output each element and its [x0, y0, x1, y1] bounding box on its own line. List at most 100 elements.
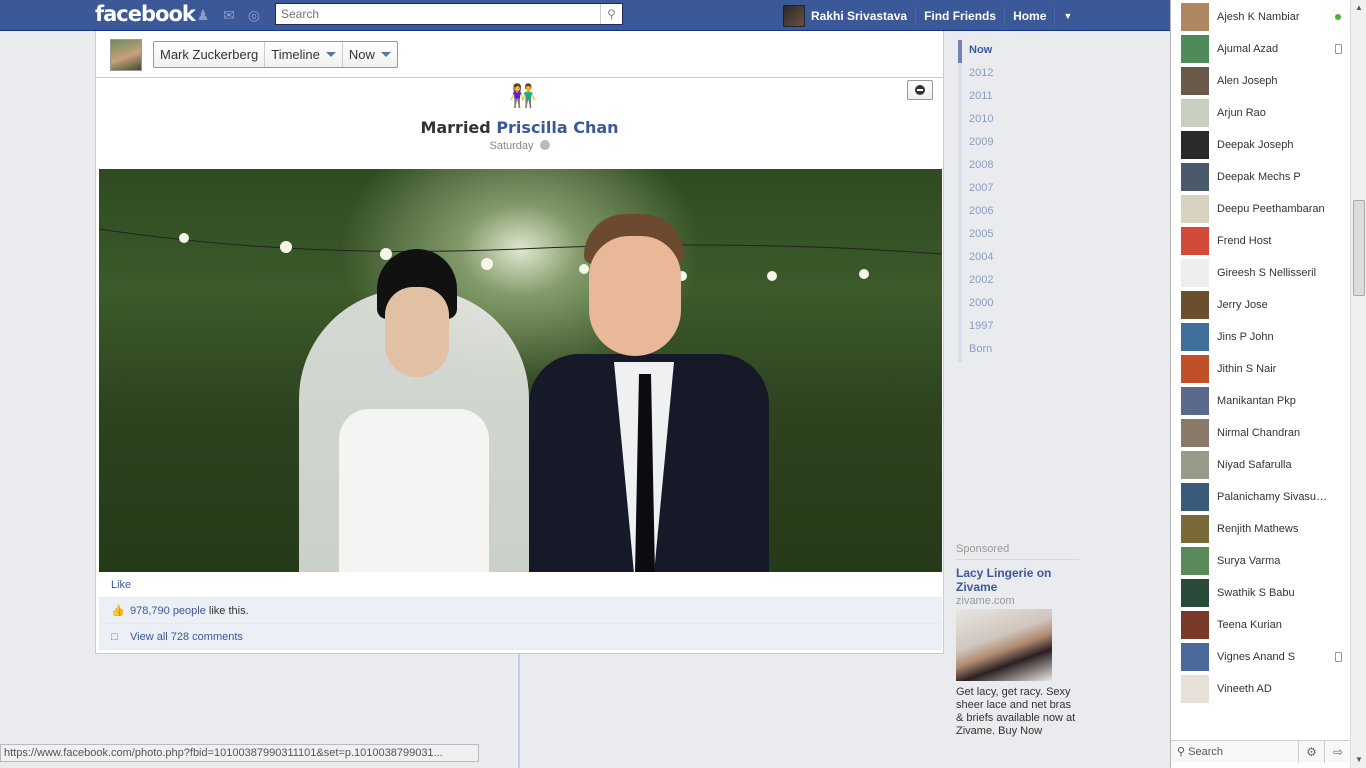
bride-figure	[299, 249, 529, 572]
chat-friend-item[interactable]: Niyad Safarulla	[1181, 451, 1346, 479]
friend-name: Deepak Joseph	[1217, 139, 1294, 151]
avatar	[783, 4, 805, 27]
home-link[interactable]: Home	[1005, 6, 1056, 25]
chat-friend-item[interactable]: Deepu Peethambaran	[1181, 195, 1346, 223]
chat-footer: ⚲ Search ⚙ ⇨	[1171, 740, 1351, 763]
messages-icon[interactable]: ✉	[221, 7, 237, 23]
chat-friend-item[interactable]: Ajumal Azad	[1181, 35, 1346, 63]
chevron-down-icon	[325, 52, 336, 57]
friend-name: Swathik S Babu	[1217, 587, 1295, 599]
scrollbar-thumb[interactable]	[1353, 200, 1365, 296]
avatar	[1181, 99, 1209, 127]
timeline-dropdown[interactable]: Timeline	[265, 42, 343, 67]
scrubber-year[interactable]: 2008	[958, 155, 1078, 178]
scrubber-year[interactable]: 2011	[958, 86, 1078, 109]
avatar	[1181, 291, 1209, 319]
avatar	[1181, 547, 1209, 575]
sponsored-ad: Sponsored Lacy Lingerie on Zivame zivame…	[956, 543, 1079, 738]
avatar	[1181, 515, 1209, 543]
friend-name: Vignes Anand S	[1217, 651, 1296, 663]
chat-friend-item[interactable]: Deepak Mechs P	[1181, 163, 1346, 191]
likes-count-link[interactable]: 978,790 people	[130, 605, 206, 617]
chat-friend-item[interactable]: Arjun Rao	[1181, 99, 1346, 127]
search-icon[interactable]: ⚲	[600, 4, 622, 24]
friend-name: Teena Kurian	[1217, 619, 1282, 631]
chat-friend-item[interactable]: Renjith Mathews	[1181, 515, 1346, 543]
chat-friend-item[interactable]: Alen Joseph	[1181, 67, 1346, 95]
scrubber-year[interactable]: Born	[958, 339, 1078, 362]
friend-name: Ajesh K Nambiar	[1217, 11, 1300, 23]
chat-popout-icon[interactable]: ⇨	[1325, 741, 1351, 763]
page-scrollbar[interactable]: ▲ ▼	[1350, 0, 1366, 768]
story-title: Married Priscilla Chan	[96, 118, 943, 137]
like-button[interactable]: Like	[111, 579, 131, 591]
sponsored-heading: Sponsored	[956, 543, 1079, 560]
avatar	[1181, 355, 1209, 383]
chat-friend-item[interactable]: Ajesh K Nambiar	[1181, 3, 1346, 31]
notifications-globe-icon[interactable]: ◎	[246, 7, 262, 23]
scrubber-year[interactable]: 2000	[958, 293, 1078, 316]
chat-friend-item[interactable]: Jins P John	[1181, 323, 1346, 351]
wedding-photo[interactable]	[99, 169, 942, 572]
scroll-down-icon[interactable]: ▼	[1351, 752, 1366, 768]
ad-body[interactable]: Get lacy, get racy. Sexy sheer lace and …	[956, 686, 1079, 738]
friend-name: Manikantan Pkp	[1217, 395, 1296, 407]
account-menu-arrow-icon[interactable]: ▼	[1055, 11, 1080, 21]
friend-name: Niyad Safarulla	[1217, 459, 1292, 471]
profile-name-link[interactable]: Mark Zuckerberg	[154, 42, 266, 67]
chat-friend-item[interactable]: Surya Varma	[1181, 547, 1346, 575]
scrubber-year[interactable]: 2009	[958, 132, 1078, 155]
search-input[interactable]	[276, 4, 596, 24]
spouse-link[interactable]: Priscilla Chan	[496, 118, 618, 137]
chat-friend-item[interactable]: Manikantan Pkp	[1181, 387, 1346, 415]
profile-picture[interactable]	[110, 39, 142, 71]
scrubber-year[interactable]: 2002	[958, 270, 1078, 293]
ad-title-link[interactable]: Lacy Lingerie on Zivame	[956, 566, 1079, 594]
chat-friend-item[interactable]: Frend Host	[1181, 227, 1346, 255]
scrubber-year[interactable]: 2004	[958, 247, 1078, 270]
chat-friend-item[interactable]: Gireesh S Nellisseril	[1181, 259, 1346, 287]
scrubber-year[interactable]: 2012	[958, 63, 1078, 86]
avatar	[1181, 675, 1209, 703]
chat-settings-gear-icon[interactable]: ⚙	[1299, 740, 1325, 763]
scrubber-year[interactable]: 2006	[958, 201, 1078, 224]
view-comments-link[interactable]: View all 728 comments	[130, 631, 243, 643]
user-name: Rakhi Srivastava	[811, 8, 908, 23]
chat-friend-item[interactable]: Nirmal Chandran	[1181, 419, 1346, 447]
chat-friend-item[interactable]: Teena Kurian	[1181, 611, 1346, 639]
chat-friend-item[interactable]: Vignes Anand S	[1181, 643, 1346, 671]
story-date-text[interactable]: Saturday	[489, 140, 533, 152]
chat-friend-item[interactable]: Swathik S Babu	[1181, 579, 1346, 607]
likes-summary: 👍 978,790 people like this.	[99, 598, 942, 624]
friend-name: Deepu Peethambaran	[1217, 203, 1325, 215]
comments-row: □ View all 728 comments	[99, 624, 942, 650]
public-globe-icon[interactable]	[539, 140, 550, 150]
find-friends-link[interactable]: Find Friends	[916, 6, 1006, 25]
chat-friend-item[interactable]: Palanichamy Sivasub...	[1181, 483, 1346, 511]
now-dropdown[interactable]: Now	[343, 42, 397, 67]
scrubber-year[interactable]: 2010	[958, 109, 1078, 132]
chat-search[interactable]: ⚲ Search	[1171, 740, 1299, 763]
scrubber-year[interactable]: Now	[958, 40, 1078, 63]
avatar	[1181, 483, 1209, 511]
scrubber-year[interactable]: 1997	[958, 316, 1078, 339]
avatar	[1181, 323, 1209, 351]
user-profile-link[interactable]: Rakhi Srivastava	[775, 4, 917, 27]
chat-friend-item[interactable]: Vineeth AD	[1181, 675, 1346, 703]
chat-friend-item[interactable]: Jithin S Nair	[1181, 355, 1346, 383]
minus-icon	[915, 85, 925, 95]
ad-image[interactable]	[956, 609, 1052, 681]
hide-story-button[interactable]	[907, 80, 933, 100]
friend-name: Vineeth AD	[1217, 683, 1272, 695]
scrubber-year[interactable]: 2007	[958, 178, 1078, 201]
friend-name: Jerry Jose	[1217, 299, 1268, 311]
avatar	[1181, 131, 1209, 159]
avatar	[1181, 227, 1209, 255]
scroll-up-icon[interactable]: ▲	[1351, 0, 1366, 16]
avatar	[1181, 387, 1209, 415]
facebook-logo[interactable]: facebook	[95, 2, 196, 26]
chat-friend-item[interactable]: Jerry Jose	[1181, 291, 1346, 319]
scrubber-year[interactable]: 2005	[958, 224, 1078, 247]
friend-requests-icon[interactable]: ♟	[195, 7, 211, 23]
chat-friend-item[interactable]: Deepak Joseph	[1181, 131, 1346, 159]
